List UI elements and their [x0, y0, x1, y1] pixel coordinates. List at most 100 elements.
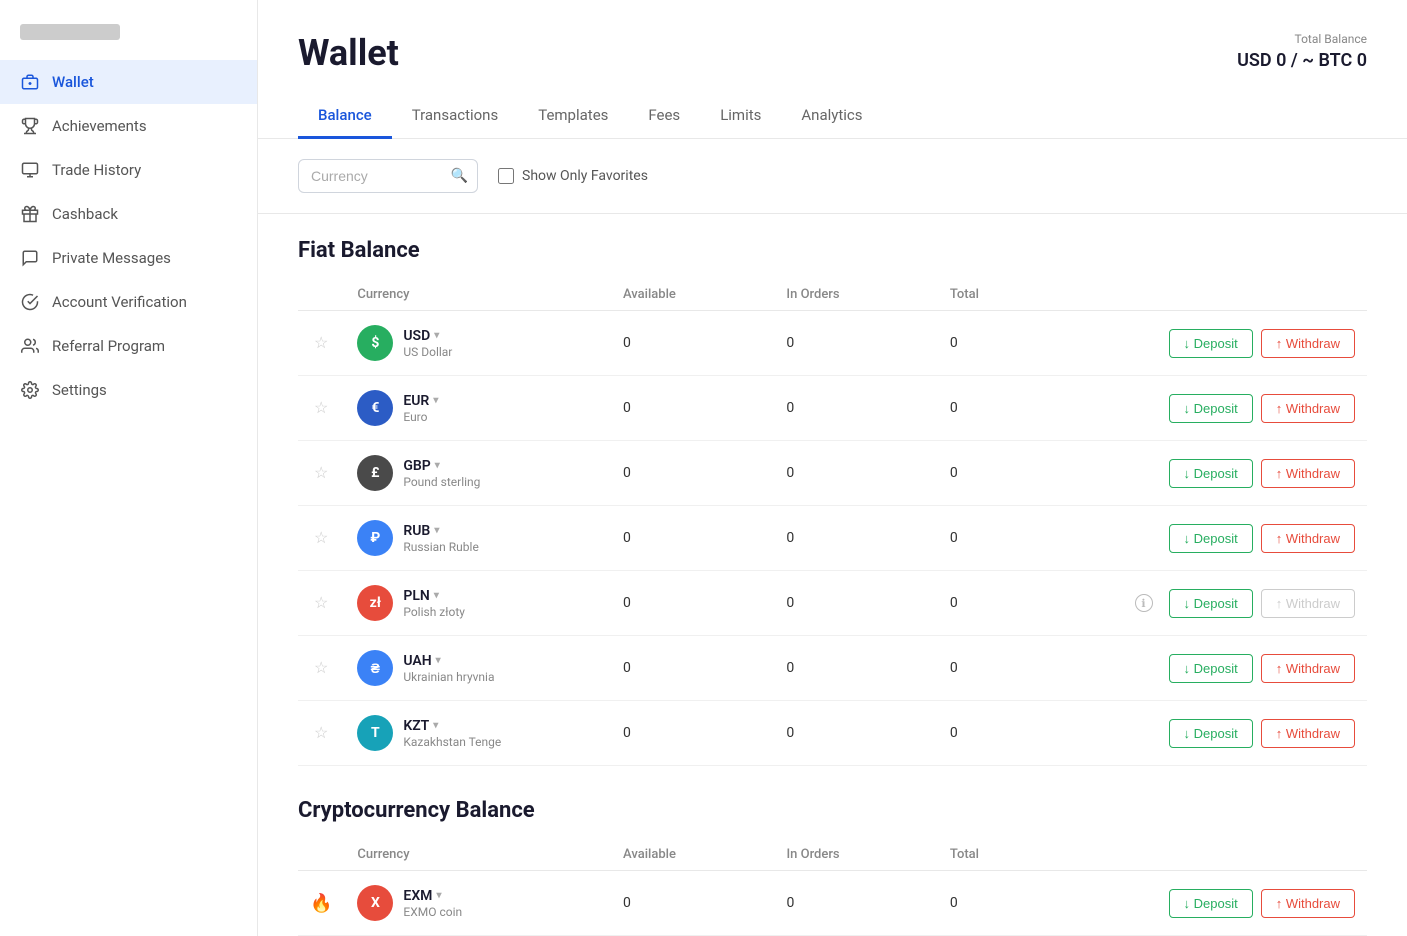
withdraw-button[interactable]: ↑ Withdraw [1261, 329, 1355, 358]
chevron-down-icon: ▾ [434, 330, 439, 341]
withdraw-button[interactable]: ↑ Withdraw [1261, 589, 1355, 618]
filter-bar: 🔍 Show Only Favorites [258, 139, 1407, 214]
action-buttons: ↓ Deposit ↑ Withdraw [1113, 654, 1355, 683]
deposit-button[interactable]: ↓ Deposit [1169, 459, 1253, 488]
currency-info: EUR ▾ Euro [403, 393, 438, 424]
available-value: 0 [611, 701, 774, 766]
sidebar-item-account-verification[interactable]: Account Verification [0, 280, 257, 324]
action-buttons: ↓ Deposit ↑ Withdraw [1113, 329, 1355, 358]
withdraw-button[interactable]: ↑ Withdraw [1261, 719, 1355, 748]
sidebar-item-label: Trade History [52, 161, 141, 179]
col-inorders-fiat: In Orders [774, 279, 937, 311]
fiat-section-title: Fiat Balance [298, 238, 1367, 263]
total-value: 0 [938, 701, 1101, 766]
table-row: ☆ € EUR ▾ Euro 0 0 0 [298, 376, 1367, 441]
col-total-fiat: Total [938, 279, 1101, 311]
inorders-value: 0 [774, 871, 937, 936]
total-value: 0 [938, 376, 1101, 441]
currency-icon: ₴ [357, 650, 393, 686]
withdraw-button[interactable]: ↑ Withdraw [1261, 889, 1355, 918]
fiat-balance-table: Currency Available In Orders Total ☆ $ U… [298, 279, 1367, 766]
chevron-down-icon: ▾ [434, 590, 439, 601]
total-balance-label: Total Balance [1237, 32, 1367, 46]
tab-templates[interactable]: Templates [518, 94, 628, 139]
users-icon [20, 336, 40, 356]
page-title: Wallet [298, 32, 399, 74]
action-buttons: ℹ ↓ Deposit ↑ Withdraw [1113, 589, 1355, 618]
chevron-down-icon: ▾ [434, 525, 439, 536]
favorite-star-button[interactable]: ☆ [310, 654, 332, 682]
favorite-star-button[interactable]: ☆ [310, 329, 332, 357]
withdraw-button[interactable]: ↑ Withdraw [1261, 654, 1355, 683]
favorite-star-button[interactable]: ☆ [310, 394, 332, 422]
crypto-balance-section: Cryptocurrency Balance Currency Availabl… [258, 766, 1407, 936]
available-value: 0 [611, 506, 774, 571]
currency-code: EUR ▾ [403, 393, 438, 409]
currency-cell: ₴ UAH ▾ Ukrainian hryvnia [345, 636, 611, 701]
available-value: 0 [611, 311, 774, 376]
sidebar-item-label: Settings [52, 381, 107, 399]
sidebar-item-achievements[interactable]: Achievements [0, 104, 257, 148]
inorders-value: 0 [774, 376, 937, 441]
trophy-icon [20, 116, 40, 136]
col-inorders-crypto: In Orders [774, 839, 937, 871]
deposit-button[interactable]: ↓ Deposit [1169, 719, 1253, 748]
tab-transactions[interactable]: Transactions [392, 94, 519, 139]
action-buttons-cell: ↓ Deposit ↑ Withdraw [1101, 701, 1367, 766]
chevron-down-icon: ▾ [436, 890, 441, 901]
favorites-checkbox[interactable] [498, 168, 514, 184]
tab-fees[interactable]: Fees [628, 94, 700, 139]
sidebar-item-wallet[interactable]: Wallet [0, 60, 257, 104]
deposit-button[interactable]: ↓ Deposit [1169, 654, 1253, 683]
deposit-button[interactable]: ↓ Deposit [1169, 394, 1253, 423]
action-buttons: ↓ Deposit ↑ Withdraw [1113, 889, 1355, 918]
sidebar-item-referral-program[interactable]: Referral Program [0, 324, 257, 368]
sidebar-item-trade-history[interactable]: Trade History [0, 148, 257, 192]
currency-icon: zł [357, 585, 393, 621]
currency-name: Pound sterling [403, 475, 480, 489]
favorite-star-button[interactable]: ☆ [310, 524, 332, 552]
fiat-balance-section: Fiat Balance Currency Available In Order… [258, 214, 1407, 766]
sidebar-item-cashback[interactable]: Cashback [0, 192, 257, 236]
favorites-checkbox-label[interactable]: Show Only Favorites [498, 168, 648, 184]
gift-icon [20, 204, 40, 224]
currency-name: US Dollar [403, 345, 452, 359]
deposit-button[interactable]: ↓ Deposit [1169, 589, 1253, 618]
col-available-crypto: Available [611, 839, 774, 871]
action-buttons-cell: ↓ Deposit ↑ Withdraw [1101, 636, 1367, 701]
deposit-button[interactable]: ↓ Deposit [1169, 524, 1253, 553]
deposit-button[interactable]: ↓ Deposit [1169, 329, 1253, 358]
inorders-value: 0 [774, 441, 937, 506]
deposit-button[interactable]: ↓ Deposit [1169, 889, 1253, 918]
tab-analytics[interactable]: Analytics [781, 94, 882, 139]
currency-icon: T [357, 715, 393, 751]
sidebar-logo [0, 16, 257, 60]
currency-code: EXM ▾ [403, 888, 462, 904]
favorite-star-button[interactable]: ☆ [310, 589, 332, 617]
col-star-crypto [298, 839, 345, 871]
currency-icon: X [357, 885, 393, 921]
currency-info: GBP ▾ Pound sterling [403, 458, 480, 489]
tab-limits[interactable]: Limits [700, 94, 781, 139]
withdraw-button[interactable]: ↑ Withdraw [1261, 524, 1355, 553]
action-buttons-cell: ↓ Deposit ↑ Withdraw [1101, 871, 1367, 936]
favorite-star-button[interactable]: ☆ [310, 459, 332, 487]
star-cell: ☆ [298, 376, 345, 441]
sidebar-item-settings[interactable]: Settings [0, 368, 257, 412]
total-balance-value: USD 0 / ~ BTC 0 [1237, 50, 1367, 71]
action-buttons: ↓ Deposit ↑ Withdraw [1113, 524, 1355, 553]
inorders-value: 0 [774, 701, 937, 766]
sidebar-item-private-messages[interactable]: Private Messages [0, 236, 257, 280]
chevron-down-icon: ▾ [435, 460, 440, 471]
tabs-bar: Balance Transactions Templates Fees Limi… [258, 94, 1407, 139]
sidebar-item-label: Achievements [52, 117, 147, 135]
tab-balance[interactable]: Balance [298, 94, 392, 139]
favorite-star-button[interactable]: ☆ [310, 719, 332, 747]
info-icon[interactable]: ℹ [1135, 594, 1153, 612]
currency-info: RUB ▾ Russian Ruble [403, 523, 478, 554]
currency-info: EXM ▾ EXMO coin [403, 888, 462, 919]
withdraw-button[interactable]: ↑ Withdraw [1261, 459, 1355, 488]
withdraw-button[interactable]: ↑ Withdraw [1261, 394, 1355, 423]
currency-cell: $ USD ▾ US Dollar [345, 311, 611, 376]
currency-name: EXMO coin [403, 905, 462, 919]
